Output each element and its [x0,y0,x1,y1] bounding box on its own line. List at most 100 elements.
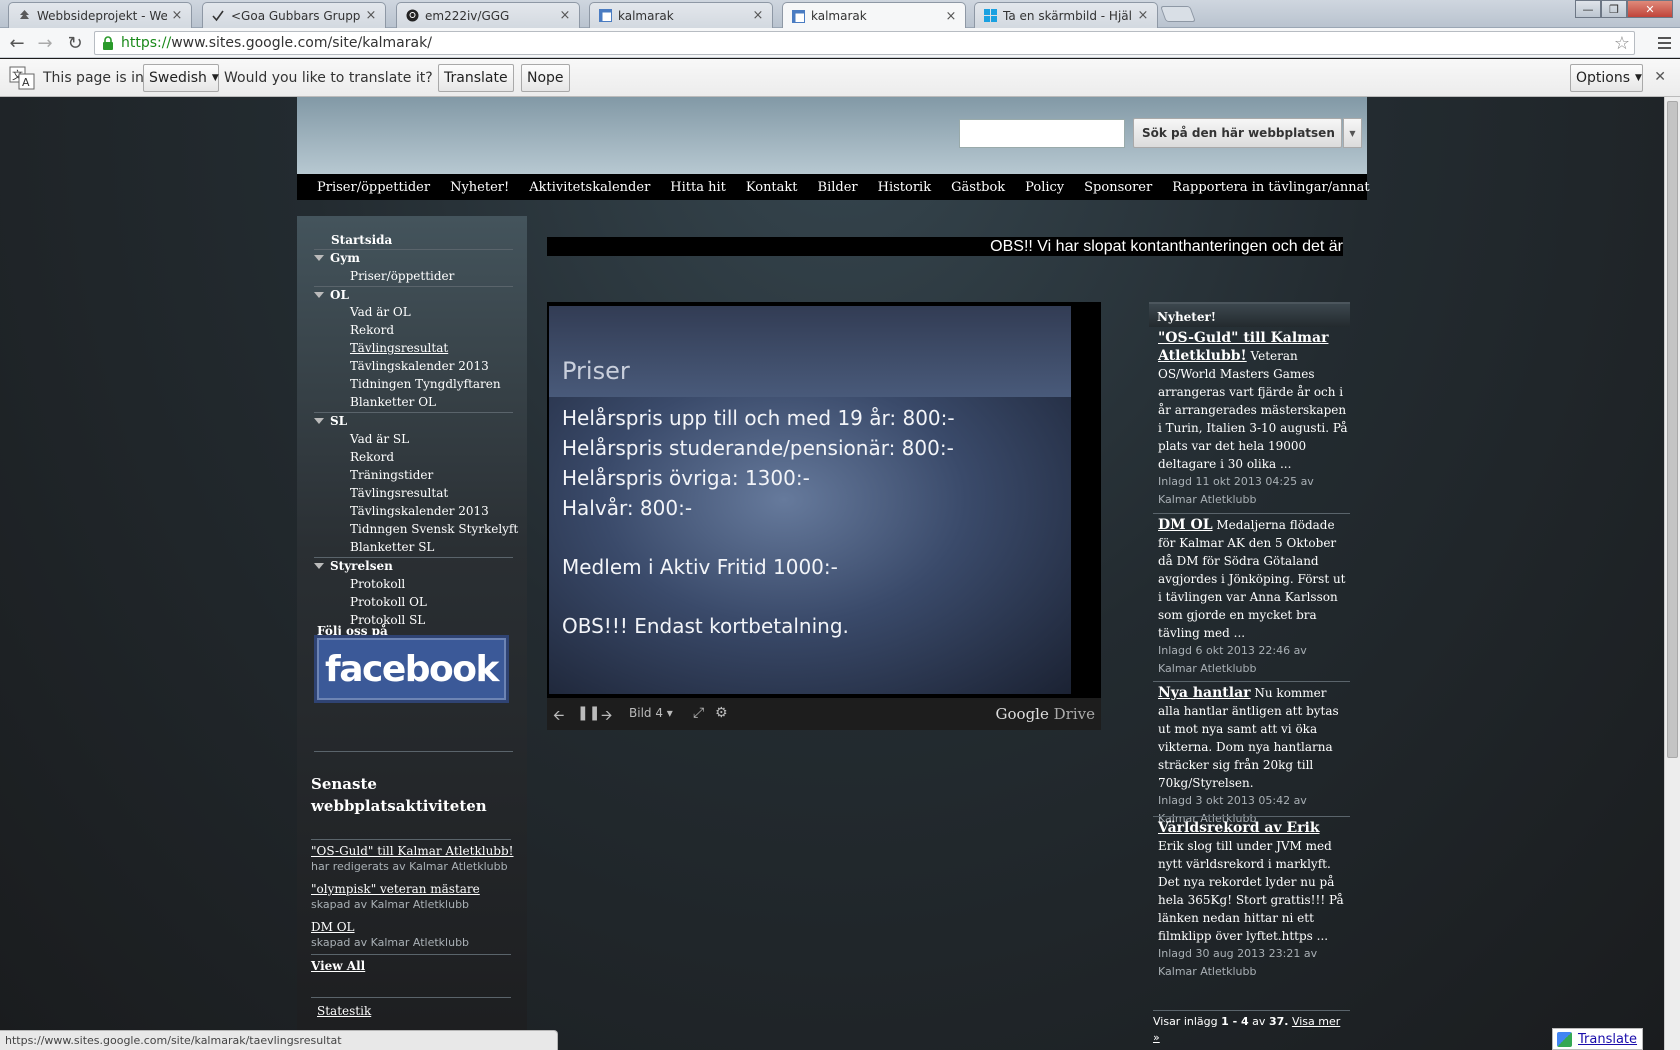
bookmark-star-icon[interactable]: ☆ [1614,33,1630,54]
maximize-button[interactable]: ❐ [1601,0,1627,18]
close-icon[interactable]: × [559,8,571,23]
page-scrollbar[interactable] [1664,97,1680,1050]
sidebar-item-sl[interactable]: Tidnngen Svensk Styrkelyft [350,522,518,536]
sidebar-item-ol[interactable]: Tävlingskalender 2013 [350,359,489,373]
nav-aktivitetskalender[interactable]: Aktivitetskalender [529,180,650,195]
slideshow: Priser Helårspris upp till och med 19 år… [547,302,1101,730]
activity-meta: skapad av Kalmar Atletklubb [311,898,470,911]
nope-button[interactable]: Nope [521,64,570,92]
sidebar-item-sl[interactable]: Tävlingskalender 2013 [350,504,489,518]
slide-text-line: Helårspris övriga: 1300:- [562,466,810,490]
news-item: "OS-Guld" till Kalmar Atletklubb! Vetera… [1158,329,1348,509]
sidebar-item-ol[interactable]: Vad är OL [350,305,411,319]
sidebar-group-sl[interactable]: SL [314,412,513,428]
google-translate-widget[interactable]: Translate [1552,1028,1643,1050]
search-input[interactable] [959,119,1125,148]
triangle-down-icon [314,418,324,424]
close-icon[interactable]: × [945,9,957,24]
language-select[interactable]: Swedish ▼ [143,64,219,92]
back-button[interactable]: ← [6,32,28,54]
sidebar-item-styrelsen[interactable]: Protokoll [350,577,405,591]
sidebar-item-sl[interactable]: Blanketter SL [350,540,434,554]
sidebar-item-startsida[interactable]: Startsida [331,233,392,247]
close-icon[interactable]: × [752,8,764,23]
sidebar-group-ol[interactable]: OL [314,286,513,302]
close-icon[interactable]: × [365,8,377,23]
sidebar-item-sl[interactable]: Vad är SL [350,432,409,446]
next-icon[interactable]: 🡪 [601,705,612,729]
sidebar-item-sl[interactable]: Rekord [350,450,394,464]
new-tab-button[interactable] [1160,6,1196,22]
nav-bilder[interactable]: Bilder [818,180,858,195]
divider [1153,816,1350,817]
sidebar-item-styrelsen[interactable]: Protokoll OL [350,595,427,609]
news-title-link[interactable]: Nya hantlar [1158,685,1251,701]
nav-nyheter[interactable]: Nyheter! [450,180,509,195]
sidebar-item-gym-priser[interactable]: Priser/öppettider [350,269,454,283]
sidebar-group-gym[interactable]: Gym [314,250,513,265]
tab-goa-gubbars[interactable]: <Goa Gubbars Grupp(GGG × [202,2,386,28]
site-container: Sök på den här webbplatsen ▼ Priser/öppe… [297,97,1370,1050]
sidebar-group-styrelsen[interactable]: Styrelsen [314,557,513,573]
options-button[interactable]: Options ▼ [1570,64,1643,92]
nav-kontakt[interactable]: Kontakt [746,180,798,195]
divider [1153,513,1350,514]
sidebar-item-ol[interactable]: Blanketter OL [350,395,436,409]
nav-policy[interactable]: Policy [1025,180,1064,195]
scrollbar-thumb[interactable] [1667,101,1678,758]
site-search-button[interactable]: Sök på den här webbplatsen [1133,118,1342,148]
tab-github[interactable]: em222iv/GGG × [396,2,580,28]
news-title-link[interactable]: Världsrekord av Erik [1158,820,1320,836]
triangle-down-icon [314,563,324,569]
tab-skarmbild[interactable]: Ta en skärmbild - Hjälp om × [974,2,1158,28]
chevron-down-icon[interactable]: ▼ [1343,118,1362,148]
forward-button[interactable]: → [34,32,56,54]
sidebar-item-ol[interactable]: Tävlingsresultat [350,341,448,355]
news-title-link[interactable]: "OS-Guld" till Kalmar Atletklubb! [1158,330,1328,364]
slide-number-select[interactable]: Bild 4 ▾ [629,706,673,720]
translate-button[interactable]: Translate [438,64,514,92]
sidebar-item-ol[interactable]: Rekord [350,323,394,337]
window-close-button[interactable]: ✕ [1627,0,1673,18]
sidebar-item-sl[interactable]: Tävlingsresultat [350,486,448,500]
activity-link[interactable]: "olympisk" veteran mästare [311,882,480,896]
fullscreen-icon[interactable]: ⤢ [693,705,704,721]
translate-question-label: Would you like to translate it? [224,70,433,86]
nav-gastbok[interactable]: Gästbok [951,180,1005,195]
svg-text:A: A [22,76,30,89]
view-all-link[interactable]: View All [311,959,365,973]
facebook-logo[interactable]: facebook [317,638,506,700]
statestik-link[interactable]: Statestik [317,1004,371,1018]
tab-kalmarak-active[interactable]: kalmarak × [782,2,966,29]
sidebar-item-ol[interactable]: Tidningen Tyngdlyftaren [350,377,501,391]
tab-webbsideprojekt[interactable]: Webbsideprojekt - Webbt × [8,2,192,28]
nav-rapportera[interactable]: Rapportera in tävlingar/annat [1172,180,1369,195]
nav-historik[interactable]: Historik [878,180,931,195]
slide-text-line: Helårspris upp till och med 19 år: 800:- [562,406,955,430]
tab-kalmarak-1[interactable]: kalmarak × [589,2,773,28]
news-title-link[interactable]: DM OL [1158,517,1213,533]
slide-text-line: Halvår: 800:- [562,496,693,520]
nav-priser[interactable]: Priser/öppettider [317,180,430,195]
tree-icon [17,9,31,23]
activity-meta: skapad av Kalmar Atletklubb [311,936,470,949]
reload-button[interactable]: ↻ [64,32,86,54]
address-bar[interactable]: https://www.sites.google.com/site/kalmar… [94,31,1635,55]
sidebar-item-sl[interactable]: Träningstider [350,468,433,482]
activity-link[interactable]: "OS-Guld" till Kalmar Atletklubb! [311,844,514,858]
gear-icon[interactable]: ⚙ [715,705,728,721]
minimize-button[interactable]: — [1575,0,1601,18]
activity-meta: har redigerats av Kalmar Atletklubb [311,860,508,873]
close-icon[interactable]: × [1137,8,1149,23]
nav-hitta-hit[interactable]: Hitta hit [670,180,726,195]
lock-icon [101,36,115,50]
pause-icon[interactable]: ❚❚ [577,705,600,721]
activity-link[interactable]: DM OL [311,920,355,934]
previous-icon[interactable]: 🡨 [553,705,564,729]
close-icon[interactable]: ✕ [1654,69,1666,85]
menu-icon[interactable] [1654,33,1674,53]
close-icon[interactable]: × [171,8,183,23]
nav-sponsorer[interactable]: Sponsorer [1084,180,1152,195]
windows-icon [983,9,997,23]
slide-title: Priser [562,357,630,385]
